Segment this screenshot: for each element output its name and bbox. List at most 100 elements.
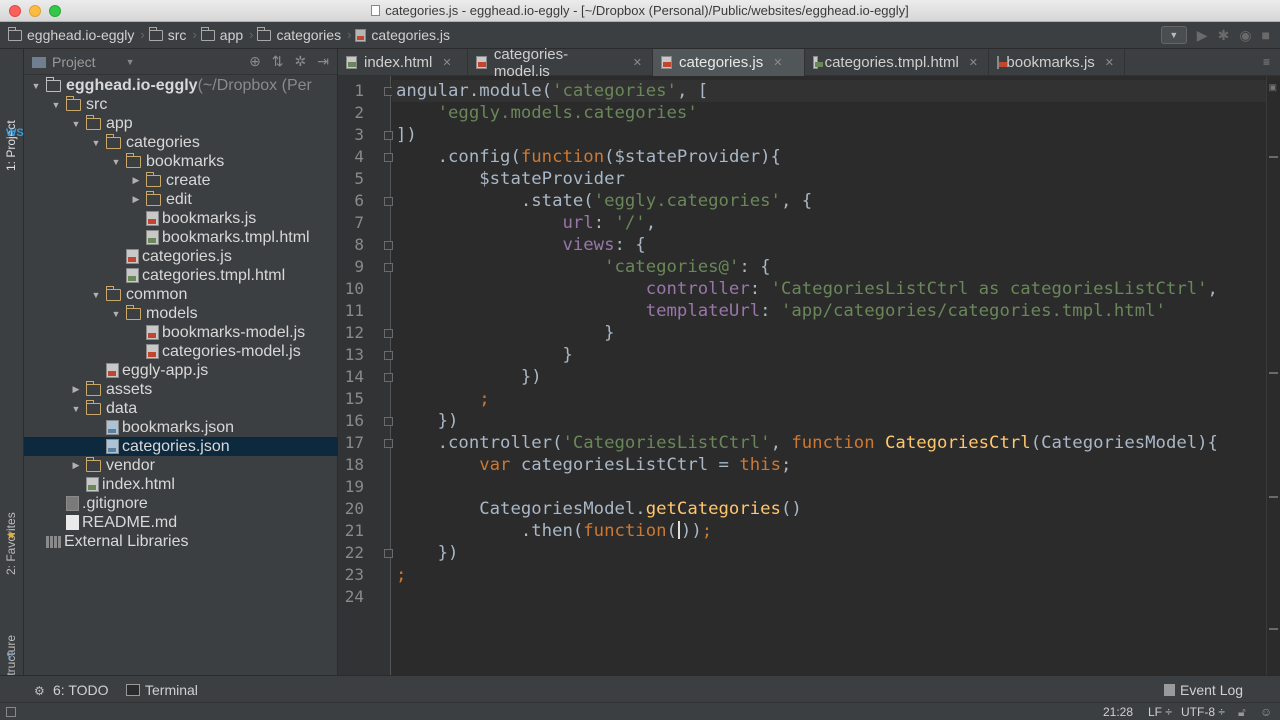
coverage-icon[interactable]: ◉: [1239, 27, 1251, 44]
close-tab-icon[interactable]: ✕: [1105, 56, 1114, 69]
collapse-all-icon[interactable]: ⇅: [272, 53, 284, 70]
close-tab-icon[interactable]: ✕: [773, 56, 782, 69]
tree-item[interactable]: ▶ assets: [24, 380, 338, 399]
tree-item[interactable]: ▼ egghead.io-eggly (~/Dropbox (Per: [24, 76, 338, 95]
expand-arrow-icon[interactable]: ▼: [30, 81, 42, 91]
tree-item[interactable]: ▼ src: [24, 95, 338, 114]
fold-marker-icon[interactable]: [384, 351, 393, 360]
tree-item[interactable]: ▶eggly-app.js: [24, 361, 338, 380]
tree-item[interactable]: ▶ vendor: [24, 456, 338, 475]
editor-tab[interactable]: categories.js ✕: [653, 49, 805, 76]
expand-arrow-icon[interactable]: ▼: [70, 404, 82, 414]
tree-item[interactable]: ▶categories-model.js: [24, 342, 338, 361]
tool-windows-icon[interactable]: [6, 707, 16, 717]
fold-marker-icon[interactable]: [384, 241, 393, 250]
tree-item[interactable]: ▶categories.js: [24, 247, 338, 266]
hide-panel-icon[interactable]: ⇥: [317, 53, 329, 70]
run-config-dropdown[interactable]: ▼: [1160, 26, 1187, 44]
gear-icon[interactable]: ✲: [295, 53, 307, 70]
breadcrumb-item[interactable]: categories: [257, 26, 341, 43]
editor-tab[interactable]: categories-model.js ✕: [468, 46, 653, 80]
tree-item[interactable]: ▶bookmarks.tmpl.html: [24, 228, 338, 247]
editor-scrollbar[interactable]: ▣: [1266, 76, 1280, 675]
tree-item[interactable]: ▼ categories: [24, 133, 338, 152]
line-number: 5: [354, 169, 364, 188]
code-line: }: [396, 345, 573, 365]
caret-position[interactable]: 21:28: [1103, 705, 1133, 719]
inspector-icon[interactable]: ☺: [1260, 705, 1272, 719]
todo-tool-button[interactable]: ⚙ 6: TODO: [34, 682, 109, 698]
tree-item[interactable]: ▼ bookmarks: [24, 152, 338, 171]
fold-marker-icon[interactable]: [384, 131, 393, 140]
lock-icon[interactable]: 🔓︎: [1238, 705, 1246, 720]
tree-item[interactable]: ▶categories.json: [24, 437, 338, 456]
fold-marker-icon[interactable]: [384, 439, 393, 448]
expand-arrow-icon[interactable]: ▼: [90, 138, 102, 148]
run-toolbar: ▼ ▶ ✱ ◉ ■: [1160, 26, 1270, 44]
collapse-arrow-icon[interactable]: ▶: [130, 194, 142, 205]
fold-marker-icon[interactable]: [384, 549, 393, 558]
close-tab-icon[interactable]: ✕: [633, 56, 642, 69]
run-icon[interactable]: ▶: [1197, 27, 1208, 44]
error-stripe-mark[interactable]: [1269, 156, 1278, 158]
close-tab-icon[interactable]: ✕: [969, 56, 978, 69]
tree-item[interactable]: ▶README.md: [24, 513, 338, 532]
line-separator[interactable]: LF ÷: [1148, 705, 1172, 719]
line-number: 15: [344, 389, 364, 408]
tree-item-label: bookmarks: [146, 152, 225, 170]
tree-item[interactable]: ▶.gitignore: [24, 494, 338, 513]
editor-tab[interactable]: categories.tmpl.html ✕: [805, 49, 989, 76]
tree-item[interactable]: ▼ app: [24, 114, 338, 133]
terminal-tool-button[interactable]: Terminal: [126, 682, 198, 698]
expand-arrow-icon[interactable]: ▼: [110, 309, 122, 319]
editor-tab[interactable]: index.html ✕: [338, 49, 468, 76]
tree-item[interactable]: ▶bookmarks.js: [24, 209, 338, 228]
event-log-button[interactable]: Event Log: [1164, 682, 1243, 698]
stop-icon[interactable]: ■: [1262, 27, 1270, 43]
html-file-icon: [86, 477, 99, 492]
tree-item[interactable]: ▶bookmarks-model.js: [24, 323, 338, 342]
fold-marker-icon[interactable]: [384, 417, 393, 426]
debug-icon[interactable]: ✱: [1218, 27, 1230, 44]
tree-item-label: categories-model.js: [162, 342, 301, 360]
tree-item[interactable]: ▶index.html: [24, 475, 338, 494]
tree-item[interactable]: ▶categories.tmpl.html: [24, 266, 338, 285]
breadcrumb-item[interactable]: categories.js: [355, 27, 450, 43]
tree-item[interactable]: ▼ models: [24, 304, 338, 323]
collapse-arrow-icon[interactable]: ▶: [130, 175, 142, 186]
tab-favorites[interactable]: 2: Favorites: [4, 512, 18, 575]
file-encoding[interactable]: UTF-8 ÷: [1181, 705, 1225, 719]
error-stripe-mark[interactable]: [1269, 372, 1278, 374]
todo-icon: ⚙: [34, 684, 45, 698]
error-stripe-mark[interactable]: [1269, 628, 1278, 630]
fold-marker-icon[interactable]: [384, 197, 393, 206]
code-editor[interactable]: 1 2 3 4 5 6 7 8 9 10 11 12 13 14 15 16 17 18 19 20 21 22 23 24 …: [338, 76, 1280, 675]
expand-arrow-icon[interactable]: ▼: [70, 119, 82, 129]
breadcrumb-item[interactable]: egghead.io-eggly: [8, 26, 134, 43]
tree-item[interactable]: ▶External Libraries: [24, 532, 338, 551]
expand-arrow-icon[interactable]: ▼: [110, 157, 122, 167]
collapse-arrow-icon[interactable]: ▶: [70, 384, 82, 395]
breadcrumb-item[interactable]: app: [200, 26, 243, 43]
expand-arrow-icon[interactable]: ▼: [90, 290, 102, 300]
breadcrumb-item[interactable]: src: [148, 26, 186, 43]
editor-tab[interactable]: bookmarks.js ✕: [989, 49, 1125, 76]
project-view-selector[interactable]: Project ▼: [32, 54, 135, 70]
tree-item[interactable]: ▶bookmarks.json: [24, 418, 338, 437]
fold-marker-icon[interactable]: [384, 373, 393, 382]
tree-item[interactable]: ▼ common: [24, 285, 338, 304]
fold-marker-icon[interactable]: [384, 329, 393, 338]
tab-list-icon[interactable]: ≡: [1263, 55, 1270, 69]
expand-arrow-icon[interactable]: ▼: [50, 100, 62, 110]
collapse-arrow-icon[interactable]: ▶: [70, 460, 82, 471]
folder-icon: [145, 190, 161, 206]
tree-item-label: bookmarks-model.js: [162, 323, 306, 341]
scroll-from-source-icon[interactable]: ⊕: [249, 53, 261, 70]
close-tab-icon[interactable]: ✕: [442, 56, 451, 69]
fold-marker-icon[interactable]: [384, 153, 393, 162]
fold-marker-icon[interactable]: [384, 263, 393, 272]
error-stripe-mark[interactable]: [1269, 496, 1278, 498]
tree-item[interactable]: ▼ data: [24, 399, 338, 418]
tree-item[interactable]: ▶ edit: [24, 190, 338, 209]
tree-item[interactable]: ▶ create: [24, 171, 338, 190]
